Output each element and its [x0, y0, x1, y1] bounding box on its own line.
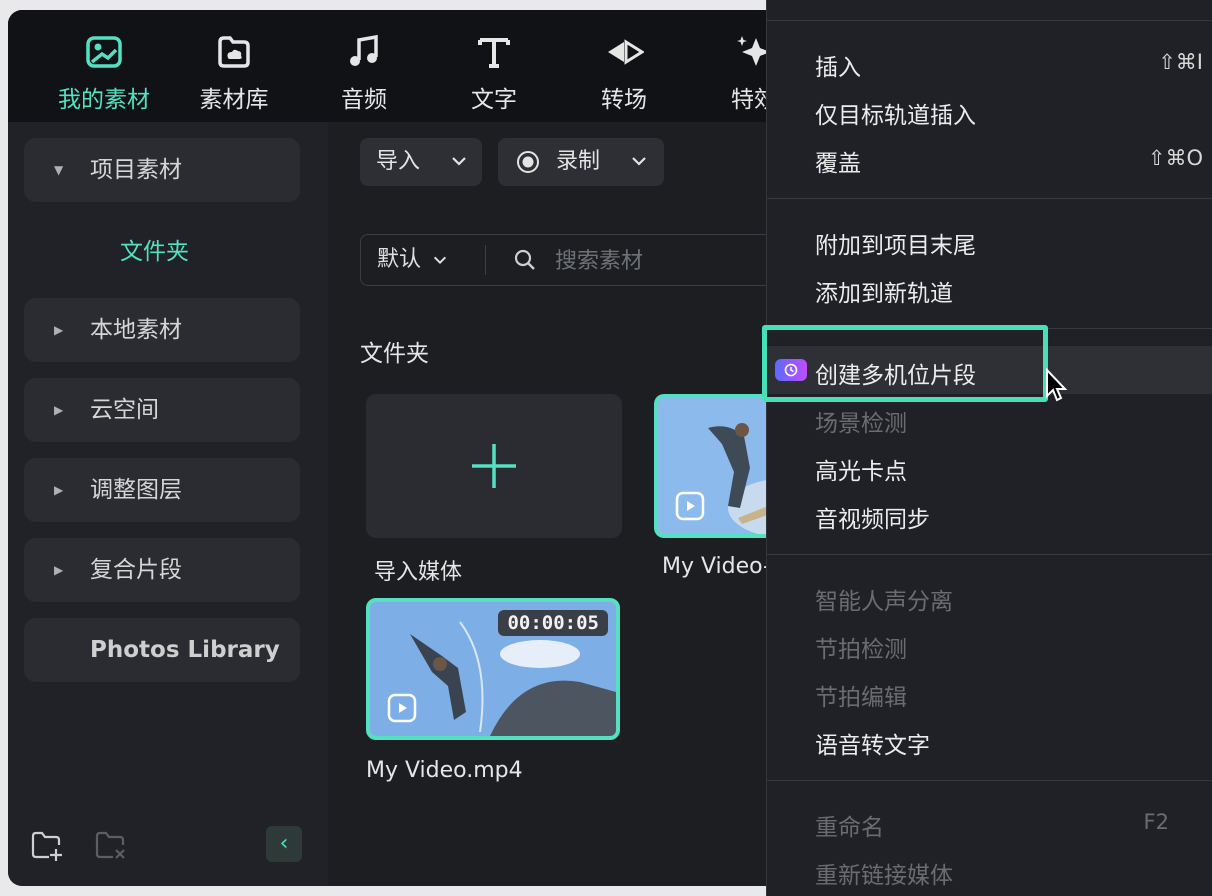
triangle-down-icon: ▼ — [54, 163, 64, 177]
search-input[interactable] — [553, 243, 798, 279]
text-t-icon — [478, 38, 510, 68]
sidebar-item-compound-clip[interactable]: ▶ 复合片段 — [24, 538, 300, 602]
highlight-annotation-box — [762, 325, 1048, 402]
menu-item-rename: 重命名 — [815, 815, 884, 841]
menu-item-beat-edit: 节拍编辑 — [815, 685, 907, 711]
menu-separator — [767, 20, 1212, 21]
tab-my-media[interactable]: 我的素材 — [44, 32, 164, 114]
shortcut-insert: ⇧⌘I — [1158, 50, 1203, 74]
record-icon — [517, 151, 539, 173]
media-clip-name: My Video- — [662, 554, 771, 579]
sidebar-item-project-media[interactable]: ▼ 项目素材 — [24, 138, 300, 202]
menu-item-av-sync[interactable]: 音视频同步 — [815, 500, 930, 534]
new-folder-icon[interactable] — [30, 828, 64, 862]
menu-item-add-to-new-track[interactable]: 添加到新轨道 — [815, 274, 953, 308]
shortcut-overwrite: ⇧⌘O — [1147, 146, 1203, 170]
triangle-right-icon: ▶ — [54, 323, 64, 337]
tab-label: 我的素材 — [58, 87, 150, 113]
sidebar-item-label: 复合片段 — [90, 557, 182, 583]
menu-item-relink-media: 重新链接媒体 — [815, 863, 953, 889]
divider — [485, 245, 486, 275]
sidebar-item-label: 项目素材 — [90, 157, 182, 183]
media-clip-name: My Video.mp4 — [366, 758, 523, 783]
menu-item-overwrite[interactable]: 覆盖 — [815, 144, 861, 178]
sidebar-item-label: Photos Library — [90, 637, 280, 663]
import-media-tile[interactable] — [366, 394, 622, 538]
menu-item-speech-to-text[interactable]: 语音转文字 — [815, 726, 930, 760]
transition-icon — [608, 39, 644, 65]
clip-duration-badge: 00:00:05 — [498, 610, 608, 636]
search-icon — [514, 249, 535, 270]
video-clip-icon — [675, 491, 705, 521]
sidebar-item-label: 调整图层 — [90, 477, 182, 503]
menu-separator — [767, 780, 1212, 781]
plus-icon — [472, 444, 516, 488]
search-bar: 默认 — [360, 234, 798, 286]
media-icon — [86, 36, 122, 68]
tab-stock-library[interactable]: 素材库 — [174, 32, 294, 114]
triangle-right-icon: ▶ — [54, 563, 64, 577]
cloud-library-icon — [218, 36, 250, 68]
menu-item-vocal-separation: 智能人声分离 — [815, 589, 953, 615]
chevron-down-icon — [632, 157, 646, 166]
menu-item-append-to-end[interactable]: 附加到项目末尾 — [815, 226, 976, 260]
media-panel: 导入 录制 默认 搜索素材 文件夹 导入媒体 My Video- 00:00:0… — [328, 122, 798, 886]
sidebar-item-cloud-space[interactable]: ▶ 云空间 — [24, 378, 300, 442]
tab-text[interactable]: 文字 — [434, 32, 554, 114]
sidebar-item-label: 云空间 — [90, 397, 159, 423]
shortcut-rename: F2 — [1143, 810, 1169, 834]
sidebar-item-photos-library[interactable]: Photos Library — [24, 618, 300, 682]
video-clip-icon — [387, 693, 417, 723]
collapse-sidebar-button[interactable]: ‹ — [266, 826, 302, 862]
import-media-label: 导入媒体 — [374, 560, 463, 585]
triangle-right-icon: ▶ — [54, 483, 64, 497]
chevron-down-icon — [433, 256, 447, 265]
tab-label: 文字 — [471, 87, 517, 113]
top-tab-bar: 我的素材 素材库 音频 文字 转场 特效 — [8, 10, 798, 122]
sidebar-item-local-media[interactable]: ▶ 本地素材 — [24, 298, 300, 362]
triangle-right-icon: ▶ — [54, 403, 64, 417]
folder-section-title: 文件夹 — [360, 341, 429, 367]
menu-separator — [767, 198, 1212, 199]
menu-item-insert[interactable]: 插入 — [815, 48, 861, 82]
menu-item-insert-target-track[interactable]: 仅目标轨道插入 — [815, 96, 976, 130]
sidebar-item-adjustment-layer[interactable]: ▶ 调整图层 — [24, 458, 300, 522]
record-button-label: 录制 — [556, 149, 601, 174]
delete-folder-icon[interactable] — [94, 828, 128, 862]
sort-label: 默认 — [377, 247, 422, 272]
chevron-down-icon — [452, 157, 466, 166]
sort-dropdown[interactable]: 默认 — [377, 235, 448, 285]
record-button[interactable]: 录制 — [498, 138, 664, 186]
menu-item-highlight-beat[interactable]: 高光卡点 — [815, 452, 907, 486]
tab-transitions[interactable]: 转场 — [564, 32, 684, 114]
tab-label: 音频 — [341, 87, 387, 113]
sidebar: ▼ 项目素材 文件夹 ▶ 本地素材 ▶ 云空间 ▶ 调整图层 ▶ 复合片段 Ph… — [8, 122, 328, 886]
context-menu: 插入 ⇧⌘I 仅目标轨道插入 覆盖 ⇧⌘O 附加到项目末尾 添加到新轨道 创建多… — [766, 0, 1212, 896]
mouse-cursor-icon — [1046, 368, 1068, 402]
import-button-label: 导入 — [376, 149, 421, 174]
tab-label: 转场 — [601, 87, 647, 113]
menu-item-scene-detection: 场景检测 — [815, 411, 907, 437]
app-window: 我的素材 素材库 音频 文字 转场 特效 ▼ 项目素材 文件夹 ▶ 本地素材 ▶… — [8, 10, 798, 886]
menu-separator — [767, 554, 1212, 555]
sidebar-item-label: 本地素材 — [90, 317, 182, 343]
tab-label: 素材库 — [199, 87, 269, 113]
media-clip-thumbnail[interactable]: 00:00:05 — [366, 598, 620, 740]
tab-audio[interactable]: 音频 — [304, 32, 424, 114]
music-note-icon — [350, 34, 378, 66]
import-button[interactable]: 导入 — [360, 138, 482, 186]
menu-item-beat-detection: 节拍检测 — [815, 637, 907, 663]
sidebar-subfolder[interactable]: 文件夹 — [120, 232, 189, 266]
